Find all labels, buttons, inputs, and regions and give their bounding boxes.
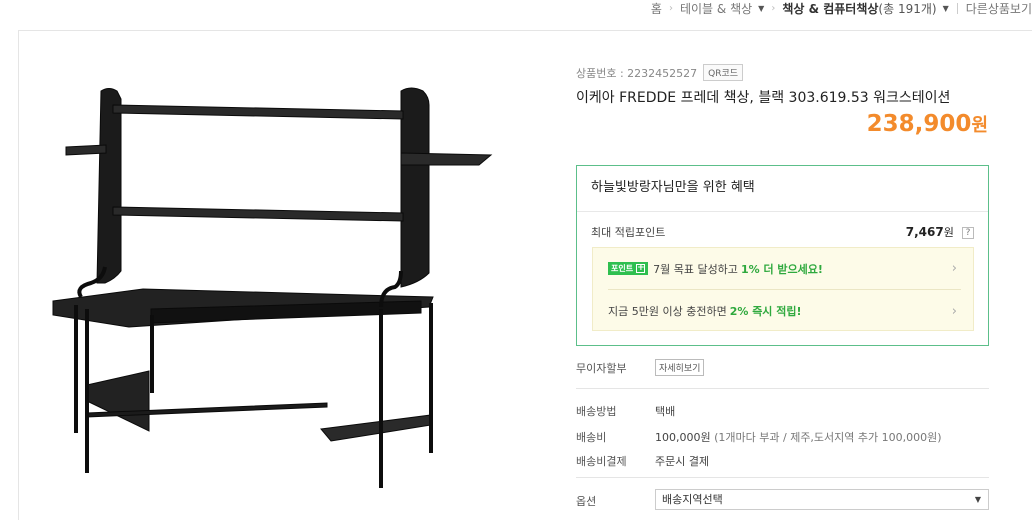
breadcrumb-current[interactable]: 책상 & 컴퓨터책상 <box>782 0 878 17</box>
promo-box: 포인트 + 7월 목표 달성하고 1% 더 받으세요! › 지금 5만원 이상 … <box>592 247 974 331</box>
option-select[interactable]: 배송지역선택 ▼ <box>655 489 989 510</box>
shipping-payment-label: 배송비결제 <box>576 455 627 468</box>
promo2-text: 지금 5만원 이상 충전하면 <box>608 305 727 318</box>
shipping-fee-note: (1개마다 부과 / 제주,도서지역 추가 100,000원) <box>714 431 942 444</box>
installment-details-button[interactable]: 자세히보기 <box>655 359 705 376</box>
breadcrumb: 홈 › 테이블 & 책상 ▼ › 책상 & 컴퓨터책상 (총 191개) ▼ 다른… <box>651 0 1032 16</box>
divider <box>576 388 989 389</box>
installment-label: 무이자할부 <box>576 362 627 375</box>
product-code: 상품번호 : 2232452527 QR코드 <box>576 64 744 81</box>
breadcrumb-separator-icon: › <box>668 2 673 14</box>
chevron-right-icon: › <box>951 261 957 276</box>
promo1-highlight: 1% 더 받으세요! <box>740 262 823 276</box>
shipping-fee-label: 배송비 <box>576 431 607 444</box>
chevron-down-icon[interactable]: ▼ <box>758 4 764 13</box>
product-info: 상품번호 : 2232452527 QR코드 이케아 FREDDE 프레데 책상… <box>528 30 1032 520</box>
benefit-header: 하늘빛방랑자님만을 위한 혜택 <box>577 166 988 212</box>
help-icon[interactable]: ? <box>962 226 974 239</box>
product-title: 이케아 FREDDE 프레데 책상, 블랙 303.619.53 워크스테이션 <box>576 90 951 106</box>
benefit-box: 하늘빛방랑자님만을 위한 혜택 최대 적립포인트 7,467원 ? 포인트 + … <box>576 165 989 346</box>
points-unit: 원 <box>943 226 954 239</box>
breadcrumb-count: (총 191개) <box>878 1 937 16</box>
product-image-panel <box>18 30 528 520</box>
breadcrumb-home[interactable]: 홈 <box>651 0 662 17</box>
price-value: 238,900 <box>866 111 972 137</box>
qr-code-button[interactable]: QR코드 <box>703 64 744 81</box>
price-unit: 원 <box>971 115 988 136</box>
plus-icon: + <box>636 263 646 273</box>
breadcrumb-category[interactable]: 테이블 & 책상 <box>680 0 752 17</box>
promo-row-monthly-goal[interactable]: 포인트 + 7월 목표 달성하고 1% 더 받으세요! › <box>608 248 961 290</box>
shipping-fee: 100,000원 (1개마다 부과 / 제주,도서지역 추가 100,000원) <box>655 429 942 445</box>
points-row: 최대 적립포인트 7,467원 ? <box>591 224 974 240</box>
point-plus-badge: 포인트 + <box>608 262 649 275</box>
shipping-method-value: 택배 <box>655 405 676 418</box>
shipping-fee-value: 100,000원 <box>655 431 711 444</box>
option-label: 옵션 <box>576 495 597 508</box>
breadcrumb-divider <box>956 2 958 14</box>
shipping-method-label: 배송방법 <box>576 405 617 418</box>
points-value-wrap: 7,467원 ? <box>906 224 974 240</box>
product-page: 홈 › 테이블 & 책상 ▼ › 책상 & 컴퓨터책상 (총 191개) ▼ 다른… <box>0 0 1032 520</box>
chevron-down-icon: ▼ <box>974 495 981 504</box>
badge-label: 포인트 <box>611 264 634 273</box>
product-price: 238,900원 <box>867 111 988 137</box>
option-selected-value: 배송지역선택 <box>662 493 723 506</box>
promo2-highlight: 2% 즉시 적립! <box>729 305 802 318</box>
other-products-link[interactable]: 다른상품보기 <box>966 0 1032 17</box>
shipping-payment-value: 주문시 결제 <box>655 455 710 468</box>
chevron-down-icon[interactable]: ▼ <box>943 4 949 13</box>
product-code-label: 상품번호 : 2232452527 <box>576 66 698 80</box>
promo-row-charge[interactable]: 지금 5만원 이상 충전하면 2% 즉시 적립! › <box>608 290 961 332</box>
points-value: 7,467 <box>905 225 944 239</box>
points-label: 최대 적립포인트 <box>591 226 666 239</box>
product-image[interactable] <box>51 83 511 493</box>
chevron-right-icon: › <box>951 303 957 319</box>
promo1-text: 7월 목표 달성하고 <box>653 262 738 276</box>
breadcrumb-separator-icon: › <box>771 2 776 14</box>
divider <box>576 477 989 478</box>
